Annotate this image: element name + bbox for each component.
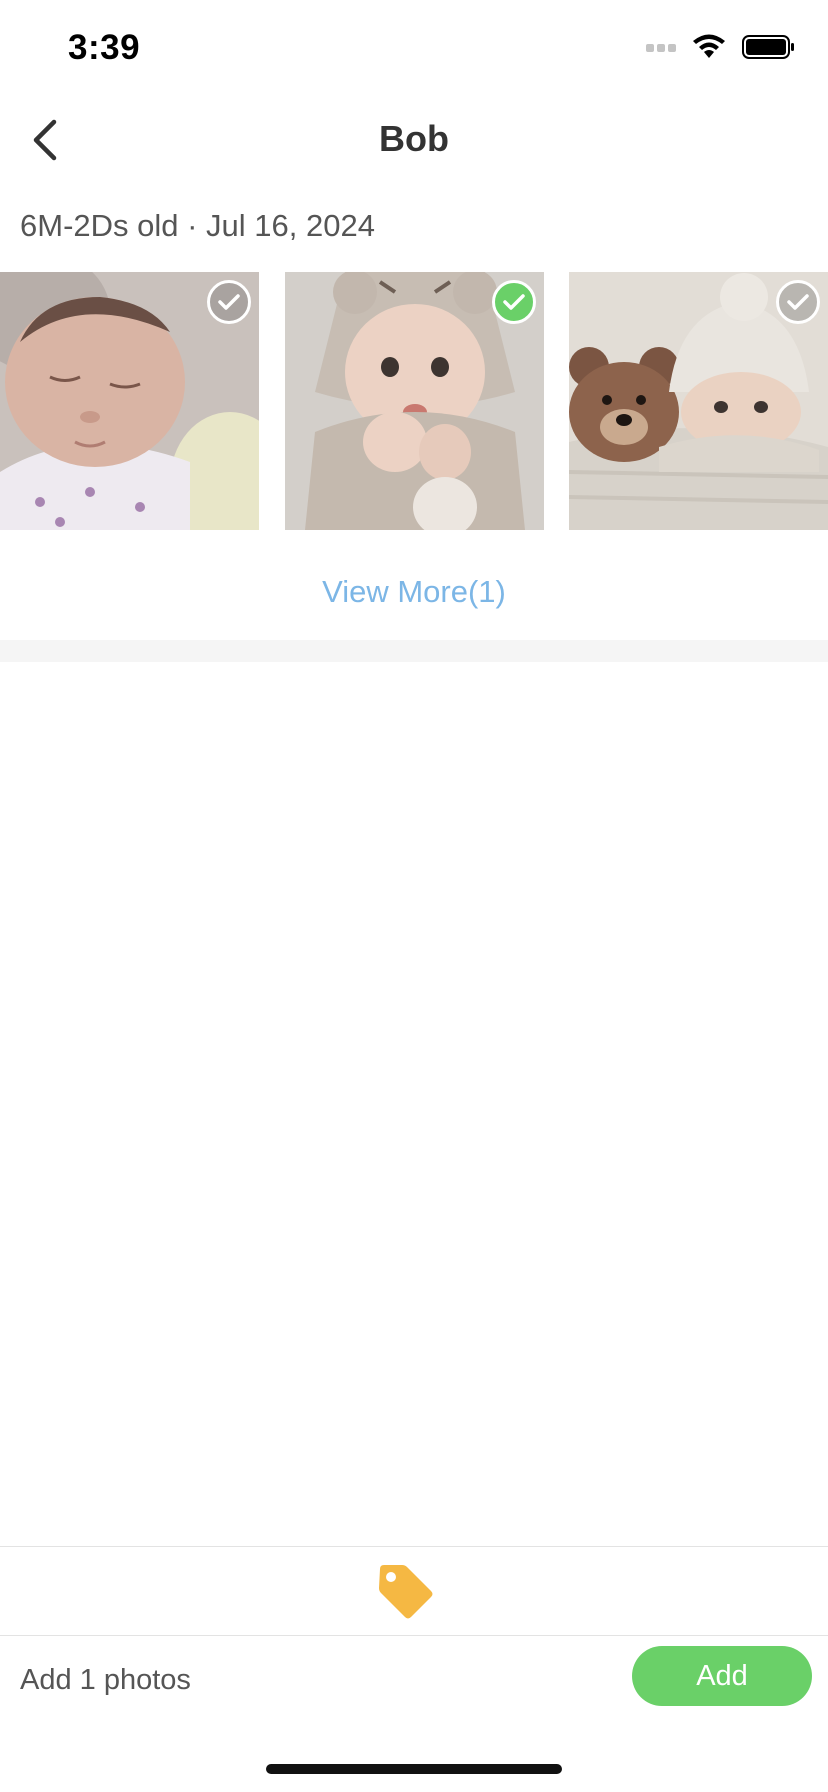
checkmark-icon — [787, 294, 809, 310]
tag-button[interactable] — [374, 1561, 436, 1623]
wifi-icon — [693, 34, 725, 58]
selected-count-label: Add 1 photos — [20, 1664, 191, 1696]
battery-icon — [742, 35, 794, 59]
photo-select-toggle[interactable] — [207, 280, 251, 324]
status-bar: 3:39 — [0, 0, 828, 96]
section-divider — [0, 640, 828, 662]
view-more-link[interactable]: View More(1) — [0, 574, 828, 610]
bottom-action-bar: Add 1 photos Add — [0, 1636, 828, 1726]
cellular-signal-icon — [646, 44, 676, 52]
status-icons — [646, 34, 796, 60]
age-date-label: 6M-2Ds old · Jul 16, 2024 — [20, 208, 375, 243]
checkmark-icon — [218, 294, 240, 310]
status-time: 3:39 — [68, 28, 141, 67]
home-indicator — [266, 1764, 562, 1774]
photo-grid — [0, 272, 828, 530]
photo-tile-1[interactable] — [0, 272, 259, 530]
photo-tile-3[interactable] — [569, 272, 828, 530]
tag-bar — [0, 1546, 828, 1636]
page-title: Bob — [379, 118, 449, 159]
photo-tile-2[interactable] — [285, 272, 544, 530]
photo-select-toggle[interactable] — [776, 280, 820, 324]
add-button[interactable]: Add — [632, 1646, 812, 1706]
nav-bar: Bob — [0, 96, 828, 184]
checkmark-icon — [503, 294, 525, 310]
tag-icon — [379, 1565, 433, 1619]
photo-select-toggle[interactable] — [492, 280, 536, 324]
